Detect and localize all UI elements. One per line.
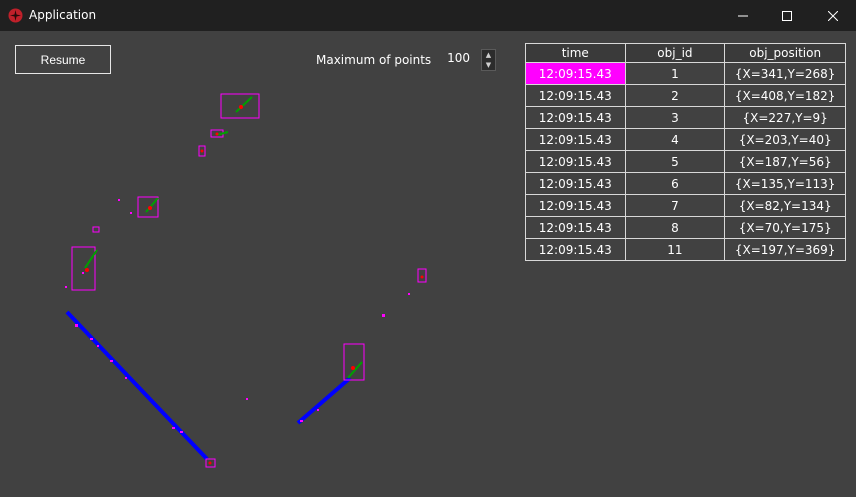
cell-time[interactable]: 12:09:15.43 [525, 238, 626, 261]
resume-button[interactable]: Resume [15, 45, 111, 74]
column-header-time[interactable]: time [525, 43, 626, 63]
cell-obj-position[interactable]: {X=341,Y=268} [724, 62, 846, 85]
column-header-obj-id[interactable]: obj_id [624, 43, 726, 63]
cell-obj-id[interactable]: 4 [624, 128, 726, 151]
cell-obj-position[interactable]: {X=135,Y=113} [724, 172, 846, 195]
cell-time[interactable]: 12:09:15.43 [525, 172, 626, 195]
cell-obj-id[interactable]: 8 [624, 216, 726, 239]
max-points-label: Maximum of points [316, 53, 432, 67]
spin-down-icon[interactable]: ▼ [482, 60, 495, 70]
table-row[interactable]: 12:09:15.43 8 {X=70,Y=175} [525, 216, 846, 239]
close-button[interactable] [810, 0, 856, 31]
maximize-button[interactable] [764, 0, 810, 31]
tracked-object [92, 226, 100, 233]
cell-obj-id[interactable]: 5 [624, 150, 726, 173]
table-row[interactable]: 12:09:15.43 4 {X=203,Y=40} [525, 128, 846, 151]
tracked-object [210, 129, 229, 138]
table-row[interactable]: 12:09:15.43 3 {X=227,Y=9} [525, 106, 846, 129]
cell-time[interactable]: 12:09:15.43 [525, 128, 626, 151]
column-header-obj-position[interactable]: obj_position [724, 43, 846, 63]
cell-time[interactable]: 12:09:15.43 [525, 62, 626, 85]
app-logo-icon [8, 8, 23, 23]
point-cloud-plot [65, 93, 427, 468]
tracked-object [71, 246, 98, 291]
tracked-object [137, 196, 159, 218]
scan-line [65, 310, 209, 461]
cell-obj-id[interactable]: 2 [624, 84, 726, 107]
close-icon [828, 10, 838, 21]
cell-time[interactable]: 12:09:15.43 [525, 84, 626, 107]
window-title: Application [29, 8, 97, 22]
spin-up-icon[interactable]: ▲ [482, 50, 495, 60]
max-points-spinner[interactable]: ▲ ▼ [481, 49, 496, 71]
cell-time[interactable]: 12:09:15.43 [525, 216, 626, 239]
table-row[interactable]: 12:09:15.43 5 {X=187,Y=56} [525, 150, 846, 173]
table-row[interactable]: 12:09:15.43 11 {X=197,Y=369} [525, 238, 846, 261]
cell-time[interactable]: 12:09:15.43 [525, 150, 626, 173]
table-row[interactable]: 12:09:15.43 6 {X=135,Y=113} [525, 172, 846, 195]
maximize-icon [782, 10, 792, 21]
tracked-object [220, 93, 260, 119]
cell-obj-position[interactable]: {X=187,Y=56} [724, 150, 846, 173]
tracked-object [343, 343, 365, 381]
cell-obj-position[interactable]: {X=82,Y=134} [724, 194, 846, 217]
cell-obj-id[interactable]: 11 [624, 238, 726, 261]
tracked-object [198, 145, 206, 157]
cell-obj-position[interactable]: {X=197,Y=369} [724, 238, 846, 261]
title-bar: Application [0, 0, 856, 31]
cell-obj-id[interactable]: 6 [624, 172, 726, 195]
table-row[interactable]: 12:09:15.43 7 {X=82,Y=134} [525, 194, 846, 217]
cell-obj-position[interactable]: {X=408,Y=182} [724, 84, 846, 107]
minimize-icon [738, 15, 748, 16]
cell-obj-position[interactable]: {X=70,Y=175} [724, 216, 846, 239]
scan-line [296, 376, 352, 425]
scan-points [65, 199, 410, 433]
cell-time[interactable]: 12:09:15.43 [525, 106, 626, 129]
objects-table: time obj_id obj_position 12:09:15.43 1 {… [525, 43, 846, 261]
tracked-object [417, 268, 427, 283]
cell-obj-position[interactable]: {X=227,Y=9} [724, 106, 846, 129]
table-row[interactable]: 12:09:15.43 2 {X=408,Y=182} [525, 84, 846, 107]
cell-time[interactable]: 12:09:15.43 [525, 194, 626, 217]
minimize-button[interactable] [720, 0, 766, 31]
tracked-object [205, 458, 216, 468]
cell-obj-id[interactable]: 3 [624, 106, 726, 129]
cell-obj-position[interactable]: {X=203,Y=40} [724, 128, 846, 151]
max-points-input[interactable]: 100 [440, 51, 470, 65]
cell-obj-id[interactable]: 7 [624, 194, 726, 217]
table-row[interactable]: 12:09:15.43 1 {X=341,Y=268} [525, 62, 846, 85]
cell-obj-id[interactable]: 1 [624, 62, 726, 85]
